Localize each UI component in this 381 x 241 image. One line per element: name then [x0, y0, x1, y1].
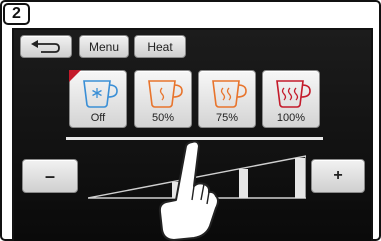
hot-cup-icon [276, 80, 311, 108]
menu-button[interactable]: Menu [79, 35, 129, 58]
back-button[interactable] [20, 35, 72, 58]
increase-button[interactable]: + [311, 159, 365, 193]
level-off-button[interactable]: Off [69, 70, 127, 128]
snowflake-cup-icon [83, 80, 118, 108]
level-50-label: 50% [151, 112, 175, 124]
back-arrow-icon [31, 39, 60, 53]
touch-screen: Menu Heat Off 50% 75% 100% – + [12, 28, 373, 241]
ramp-step [295, 158, 305, 198]
decrease-button[interactable]: – [22, 159, 78, 193]
level-50-button[interactable]: 50% [134, 70, 192, 128]
pointing-hand-icon [158, 140, 219, 241]
warm-cup-icon [148, 80, 183, 108]
ramp-step [239, 169, 248, 198]
level-75-label: 75% [215, 112, 239, 124]
level-100-button[interactable]: 100% [262, 70, 320, 128]
level-100-label: 100% [276, 112, 306, 124]
warm-cup-icon [212, 80, 247, 108]
heat-button[interactable]: Heat [134, 35, 186, 58]
level-75-button[interactable]: 75% [198, 70, 256, 128]
step-number-badge: 2 [3, 3, 30, 25]
level-off-label: Off [90, 112, 106, 124]
